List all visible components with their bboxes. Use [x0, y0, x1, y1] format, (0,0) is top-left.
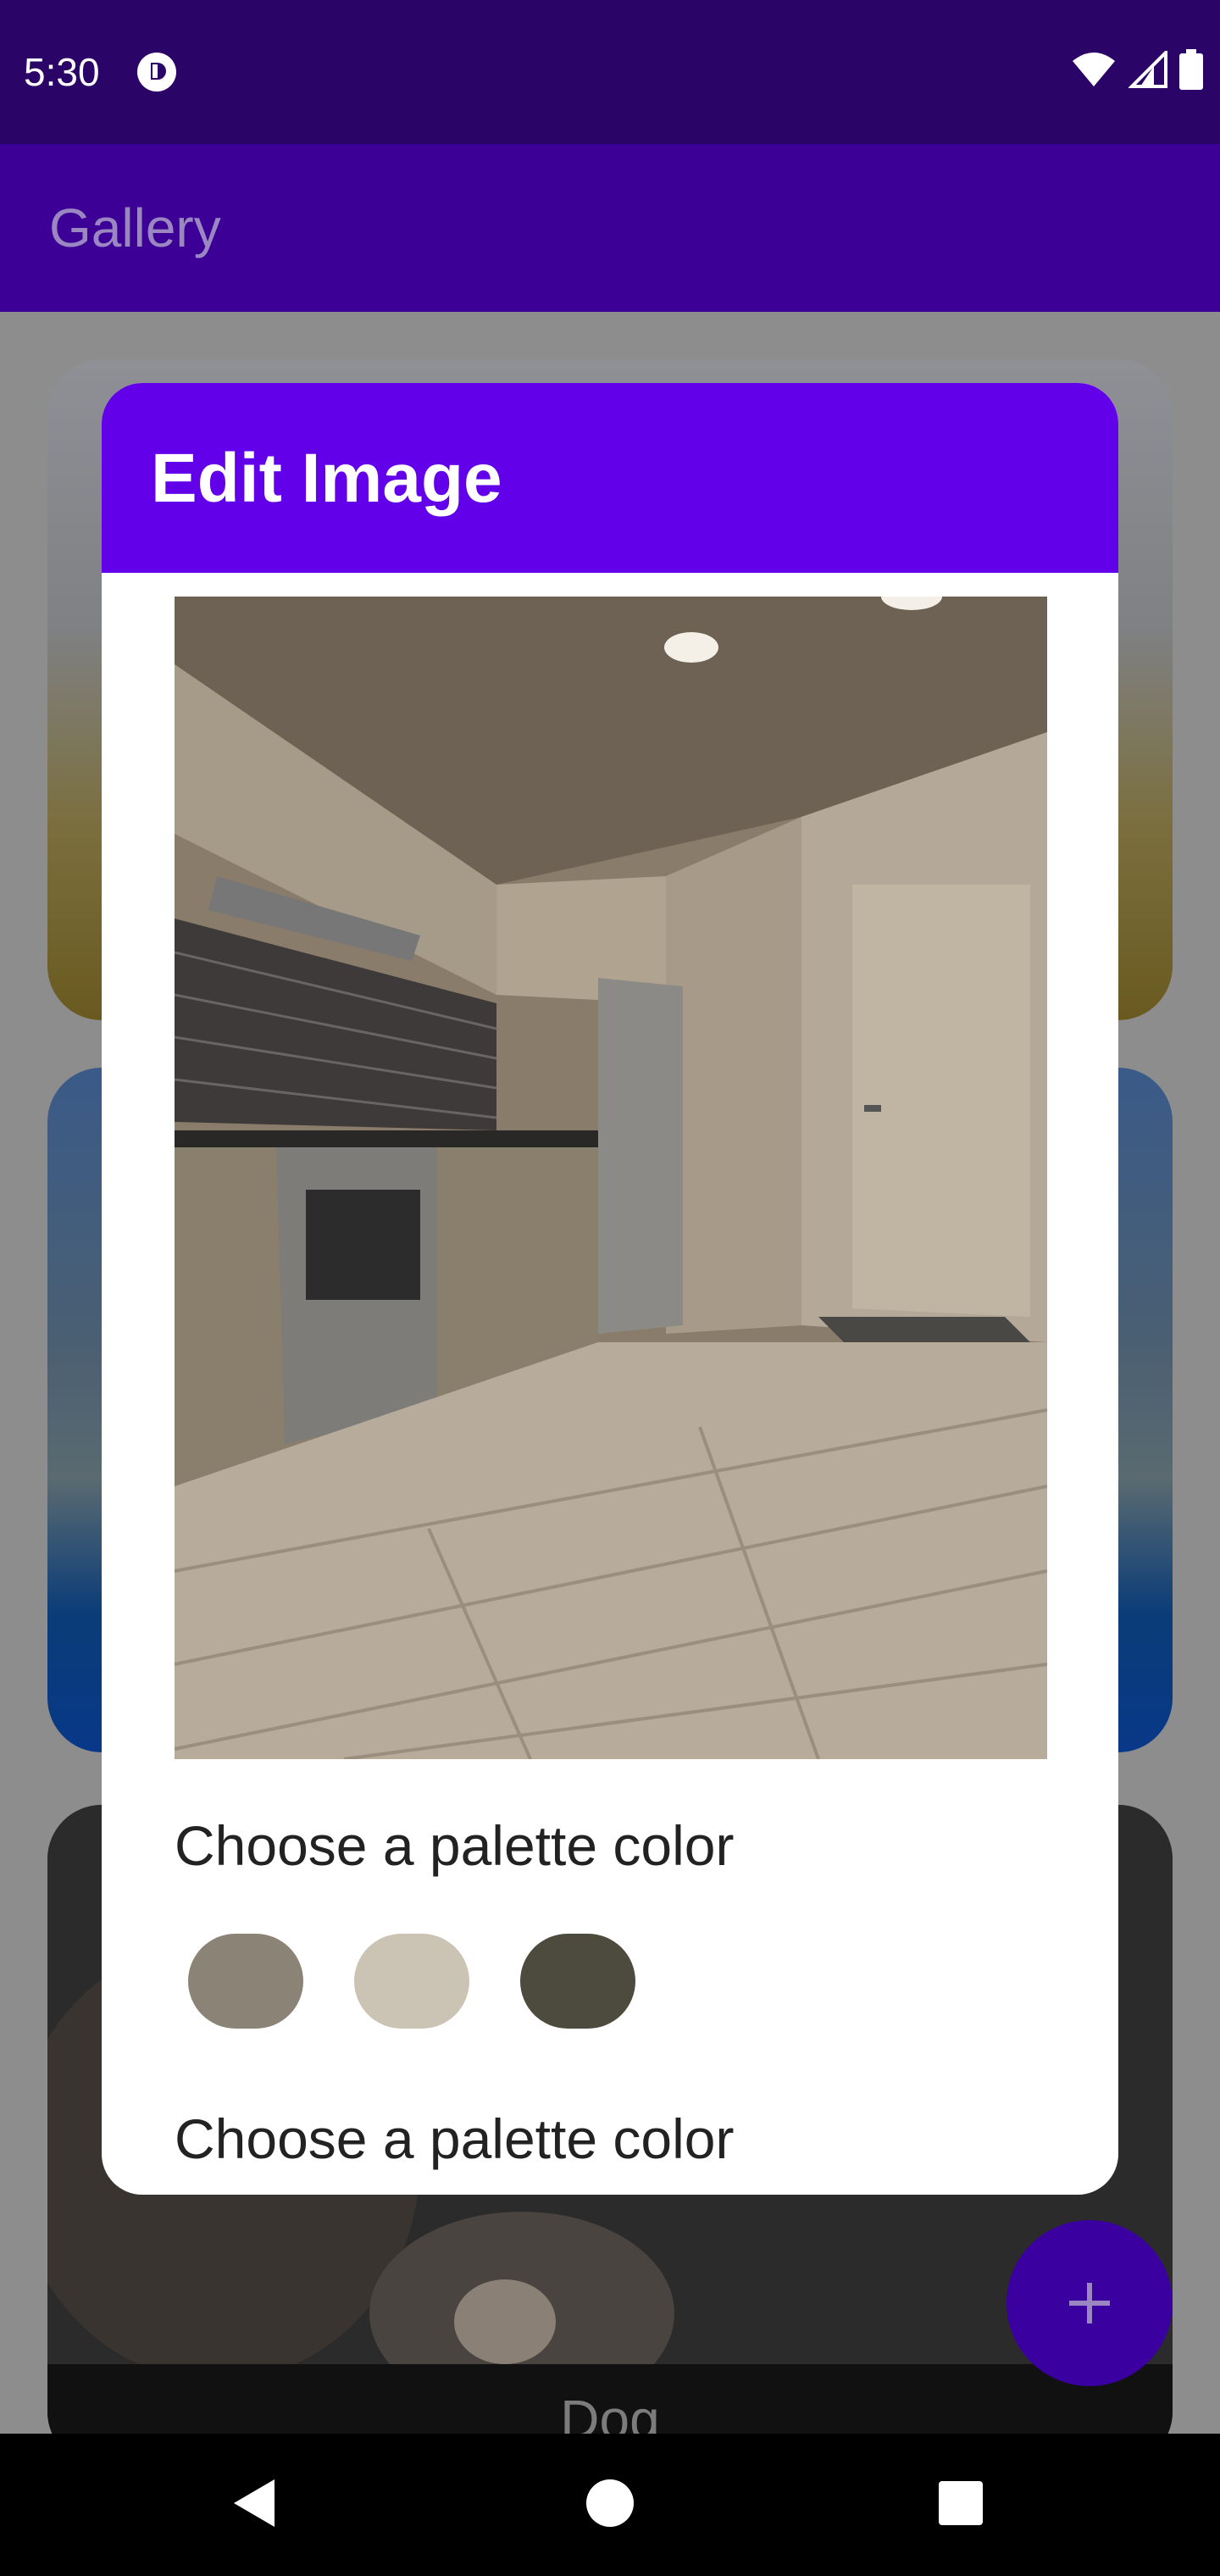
status-time: 5:30 [24, 50, 100, 94]
palette-section-label: Choose a palette color [175, 2107, 735, 2170]
status-icons [1071, 49, 1203, 90]
battery-icon [1179, 49, 1203, 90]
status-bar: 5:30 [0, 0, 1220, 144]
palette-swatch[interactable] [520, 1934, 635, 2029]
recents-icon[interactable] [939, 2481, 983, 2525]
palette-section-label: Choose a palette color [175, 1814, 735, 1877]
card-caption: Dog [560, 2389, 660, 2434]
palette-swatch[interactable] [188, 1934, 303, 2029]
wifi-icon [1073, 53, 1115, 86]
app-title: Gallery [49, 197, 221, 258]
palette-swatch[interactable] [354, 1934, 469, 2029]
dialog-header: Edit Image [102, 383, 1118, 573]
back-icon[interactable] [232, 2478, 276, 2529]
system-nav-bar [0, 2434, 1220, 2576]
kitchen-photo [175, 597, 1047, 1759]
signal-icon [1128, 51, 1167, 88]
palette-swatches [188, 1934, 635, 2029]
dialog-title: Edit Image [151, 440, 502, 517]
app-notification-icon [137, 53, 176, 92]
plus-icon [1069, 2283, 1110, 2323]
home-icon[interactable] [586, 2479, 634, 2527]
add-image-button[interactable] [1006, 2220, 1173, 2386]
edit-image-dialog: Edit Image Choose a palette color Choose… [102, 383, 1118, 2195]
app-bar: Gallery [0, 144, 1220, 312]
